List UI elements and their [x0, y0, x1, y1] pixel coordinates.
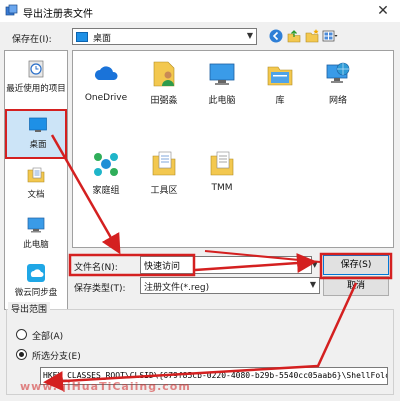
file-label: OneDrive [84, 93, 128, 103]
chevron-down-icon: ▼ [246, 31, 253, 40]
dialog-body: 保存在(I): 桌面 ▼ 最近使用的项目 桌面 文档 此电脑 微云同步盘 One… [0, 22, 400, 401]
chevron-down-icon: ▼ [309, 280, 316, 289]
cancel-button[interactable]: 取消 [323, 276, 389, 296]
file-label: TMM [211, 183, 233, 193]
place-label: 微云同步盘 [14, 288, 58, 298]
filetype-select[interactable]: 注册文件(*.reg) ▼ [140, 277, 320, 294]
view-menu-icon[interactable] [322, 28, 338, 44]
file-label: 工具区 [150, 186, 178, 196]
recent-icon [28, 60, 44, 78]
save-in-label: 保存在(I): [12, 35, 52, 45]
place-label: 此电脑 [23, 240, 49, 250]
export-range-title: 导出范围 [8, 302, 51, 315]
close-button[interactable]: ✕ [374, 2, 392, 20]
radio-branch[interactable] [16, 349, 27, 360]
file-item[interactable]: 此电脑 [193, 55, 251, 115]
file-item[interactable]: 库 [251, 55, 309, 115]
filetype-value: 注册文件(*.reg) [144, 283, 210, 293]
folder-icon [152, 151, 176, 176]
file-item[interactable]: 工具区 [135, 145, 193, 205]
documents-icon [27, 167, 45, 183]
file-label: 家庭组 [92, 186, 120, 196]
file-item[interactable]: 家庭组 [77, 145, 135, 205]
library-icon [267, 66, 293, 86]
place-documents[interactable]: 文档 [5, 161, 67, 211]
filetype-label: 保存类型(T): [74, 284, 126, 294]
homegroup-icon [94, 153, 118, 176]
file-label: 网络 [328, 96, 347, 106]
save-button[interactable]: 保存(S) [323, 255, 389, 275]
onedrive-icon [95, 66, 118, 80]
user-folder-icon [153, 61, 175, 87]
place-label: 文档 [27, 190, 45, 200]
filename-label: 文件名(N): [74, 263, 118, 273]
window-title: 导出注册表文件 [23, 9, 93, 20]
registry-editor-icon [5, 4, 18, 16]
computer-icon [209, 63, 235, 85]
desktop-icon [29, 117, 47, 132]
places-bar: 最近使用的项目 桌面 文档 此电脑 微云同步盘 [4, 50, 68, 310]
file-item[interactable]: 田弼淼 [135, 55, 193, 115]
location-value: 桌面 [93, 34, 112, 44]
place-recent[interactable]: 最近使用的项目 [5, 55, 67, 105]
new-folder-icon[interactable] [304, 28, 320, 44]
network-icon [326, 62, 350, 83]
file-item[interactable]: 网络 [309, 55, 367, 115]
place-computer[interactable]: 此电脑 [5, 211, 67, 261]
place-desktop[interactable]: 桌面 [5, 109, 67, 159]
place-label: 桌面 [29, 140, 47, 150]
file-label: 田弼淼 [150, 96, 178, 106]
place-label: 最近使用的项目 [6, 84, 66, 94]
filename-input[interactable] [140, 256, 312, 274]
file-item[interactable]: TMM [193, 145, 251, 205]
desktop-icon [76, 32, 88, 42]
computer-icon [27, 217, 45, 233]
radio-all[interactable] [16, 329, 27, 340]
up-folder-icon[interactable] [286, 28, 302, 44]
watermark: www.qiHuaTiCaiing.com [20, 380, 191, 393]
file-label: 库 [275, 96, 285, 106]
title-bar: 导出注册表文件 ✕ [0, 0, 400, 22]
back-icon[interactable] [268, 28, 284, 44]
file-item[interactable]: OneDrive [77, 55, 135, 115]
radio-branch-label: 所选分支(E) [32, 352, 81, 362]
chevron-down-icon[interactable]: ▼ [312, 256, 320, 274]
location-combo[interactable]: 桌面 ▼ [72, 28, 257, 45]
weiyun-icon [27, 264, 45, 282]
folder-icon [210, 151, 234, 176]
file-list: OneDrive 田弼淼 此电脑 库 网络 家庭组 工具区 TMM [72, 50, 394, 248]
file-label: 此电脑 [208, 96, 236, 106]
radio-all-label: 全部(A) [32, 332, 64, 342]
